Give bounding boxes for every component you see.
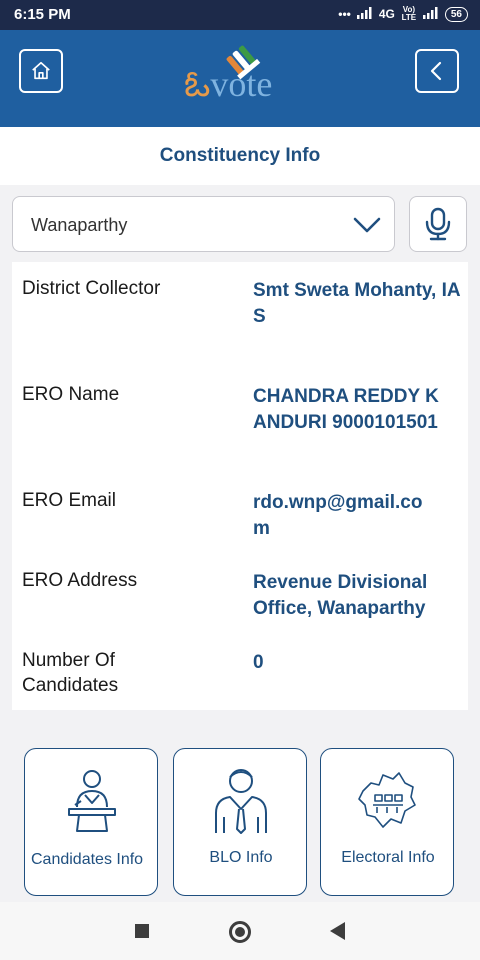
info-label: ERO Email — [22, 490, 116, 511]
home-icon — [32, 61, 50, 80]
home-button[interactable] — [19, 49, 63, 93]
card-label: Candidates Info — [31, 851, 144, 868]
microphone-icon — [425, 207, 451, 241]
status-time: 6:15 PM — [14, 6, 71, 23]
battery-indicator: 56 — [444, 6, 468, 22]
title-bar: Constituency Info — [0, 127, 480, 185]
recents-button[interactable] — [135, 924, 149, 938]
info-label: ERO Address — [22, 570, 138, 591]
info-value: CHANDRA REDDY KANDURI 9000101501 — [253, 386, 439, 433]
chevron-left-icon — [430, 61, 442, 81]
info-label: ERO Name — [22, 384, 120, 405]
logo-wordmark: ఓvote — [184, 63, 272, 114]
info-value: rdo.wnp@gmail.com — [253, 492, 423, 539]
constituency-selected: Wanaparthy — [31, 215, 128, 235]
logo-accent: ఓ — [184, 64, 211, 104]
quick-links: Candidates Info BLO Info Electoral Info — [0, 748, 480, 898]
status-icons: ••• 4G Vo) LTE 56 — [338, 6, 468, 22]
candidates-info-card[interactable]: Candidates Info — [24, 748, 158, 896]
card-label: BLO Info — [209, 849, 273, 866]
card-label: Electoral Info — [341, 849, 435, 866]
constituency-info-panel: District Collector Smt Sweta Mohanty, IA… — [12, 262, 468, 710]
voice-search-button[interactable] — [409, 196, 467, 252]
signal-icon-2 — [422, 6, 439, 22]
blo-info-card[interactable]: BLO Info — [173, 748, 307, 896]
info-value: 0 — [253, 652, 264, 673]
info-label: District Collector — [22, 278, 161, 299]
back-button[interactable] — [415, 49, 459, 93]
home-nav-button[interactable] — [229, 921, 251, 943]
info-label: Number Of Candidates — [22, 650, 119, 696]
officer-icon — [215, 769, 267, 834]
app-logo: ఓvote — [184, 42, 300, 122]
electoral-info-card[interactable]: Electoral Info — [320, 748, 454, 896]
network-label: 4G — [378, 7, 395, 21]
volte-label: Vo) LTE — [401, 5, 417, 22]
state-map-icon — [358, 772, 416, 828]
more-dots-icon: ••• — [338, 7, 351, 21]
page-title: Constituency Info — [159, 145, 321, 166]
back-nav-button[interactable] — [330, 922, 345, 940]
speaker-podium-icon — [68, 770, 116, 832]
logo-text: vote — [210, 64, 273, 104]
status-bar: 6:15 PM ••• 4G Vo) LTE 56 — [0, 0, 480, 30]
system-nav-bar — [0, 902, 480, 960]
signal-icon — [356, 6, 373, 22]
chevron-down-icon — [353, 217, 381, 233]
app-header: ఓvote — [0, 30, 480, 127]
info-value: Smt Sweta Mohanty, IAS — [253, 280, 461, 327]
info-value: Revenue Divisional Office, Wanaparthy — [253, 572, 428, 619]
constituency-dropdown[interactable]: Wanaparthy — [12, 196, 395, 252]
